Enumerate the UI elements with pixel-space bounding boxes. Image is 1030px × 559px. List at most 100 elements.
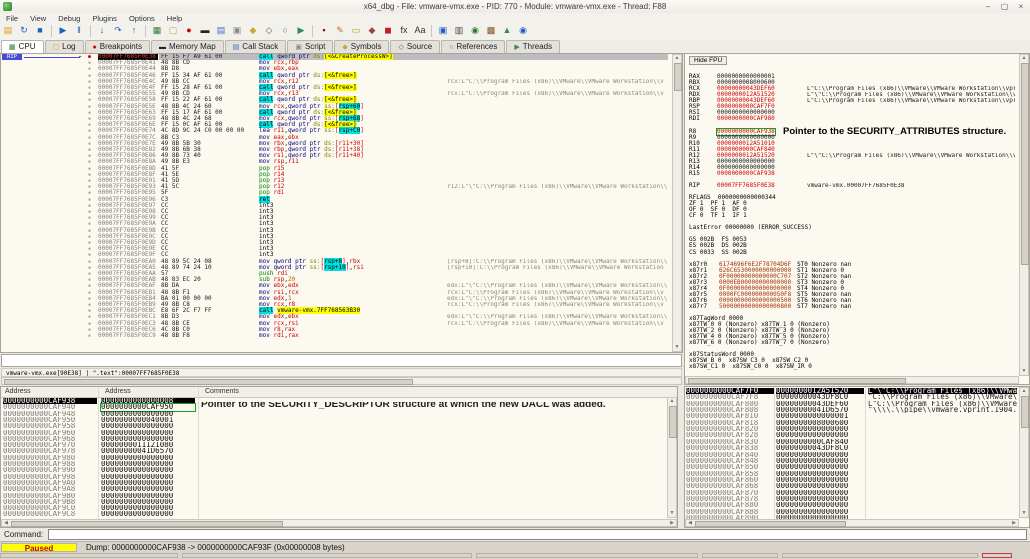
stack-row[interactable]: 0000000000CAF870 0000000000000000	[685, 490, 1029, 496]
bookmark-icon[interactable]: ◆	[365, 24, 379, 37]
stack-row[interactable]: 0000000000CAF820 0000000000000000	[685, 426, 1029, 432]
open-file-icon[interactable]: ▤	[1, 24, 15, 37]
pane-splitter[interactable]	[678, 386, 684, 528]
run-icon[interactable]: ▶	[56, 24, 70, 37]
stack-address: 0000000000CAF870	[686, 489, 759, 496]
stack-row[interactable]: 0000000000CAF880 0000000000000000	[685, 502, 1029, 508]
dump-header-comments: Comments	[205, 388, 239, 395]
dump-pane: Address Address Comments 0000000000CAF93…	[0, 386, 678, 528]
stack-comment: "\\\\.\\pipe\\vmware.vprint.1904.5706.10…	[868, 407, 1017, 414]
stack-value: 00000000043DF8C0	[776, 394, 849, 401]
stack-value: 0000000000000000	[776, 502, 849, 509]
label-icon[interactable]: ▭	[349, 24, 363, 37]
command-bar: Command:	[0, 529, 1030, 541]
dump-row[interactable]: 0000000000CAF9C8 0000000000000000	[1, 511, 677, 517]
title-bar: x64_dbg - File: vmware-vmx.exe - PID: 77…	[0, 0, 1030, 14]
stack-row[interactable]: 0000000000CAF868 0000000000000000	[685, 483, 1029, 489]
stack-row[interactable]: 0000000000CAF830 0000000000CAF840	[685, 439, 1029, 445]
log-icon[interactable]: ▢	[166, 24, 180, 37]
disassembly-pane: RIP ► ● 00007FF7685F0E38 FF 15 F7 A9 61 00 ca…	[0, 53, 683, 353]
stack-row[interactable]: 0000000000CAF860 0000000000000000	[685, 477, 1029, 483]
register-row[interactable]: x87SW_C1 0 x87SW_C0 0 x87SW_IR 0	[685, 364, 1017, 370]
menu-bar: File View Debug Plugins Options Help	[0, 13, 1030, 23]
tab-log[interactable]: ▢ Log	[44, 40, 84, 53]
stack-row[interactable]: 0000000000CAF850 0000000000000000	[685, 464, 1029, 470]
minimize-button[interactable]: –	[981, 2, 995, 12]
stack-vertical-scrollbar[interactable]: ▲ ▼	[1019, 387, 1029, 518]
fx-icon[interactable]: fx	[397, 24, 411, 37]
plugins-icon[interactable]: ▩	[484, 24, 498, 37]
stack-row[interactable]: 0000000000CAF888 0000000000000000	[685, 509, 1029, 515]
stack-row[interactable]: 0000000000CAF800 00000000043DEF60 L"C:\\Pr…	[685, 401, 1029, 407]
source-icon[interactable]: ◇	[262, 24, 276, 37]
call-stack-icon[interactable]: ▤	[214, 24, 228, 37]
pause-icon[interactable]: ‖	[72, 24, 86, 37]
tab-threads[interactable]: ▶ Threads	[506, 40, 561, 53]
script-icon[interactable]: ▣	[230, 24, 244, 37]
stack-horizontal-scrollbar[interactable]: ◀ ▶	[685, 519, 1019, 527]
stack-row[interactable]: 0000000000CAF7F0 0000000012A51520 L"\"C:\\…	[685, 388, 1029, 395]
stack-value: 00000000041D6570	[776, 407, 849, 414]
dump-address: 0000000000CAF9C8	[3, 511, 76, 518]
close-debuggee-icon[interactable]: ■	[33, 24, 47, 37]
restart-icon[interactable]: ↻	[17, 24, 31, 37]
erase-icon[interactable]: ◼	[381, 24, 395, 37]
stack-comment: L"\"C:\\Program Files (x86)\\VMware\\VMw…	[868, 388, 1017, 395]
memory-map-icon[interactable]: ▬	[198, 24, 212, 37]
restore-button[interactable]: ▢	[997, 2, 1011, 12]
threads-icon[interactable]: ▶	[294, 24, 308, 37]
disasm-vertical-scrollbar[interactable]: ▲ ▼	[672, 54, 682, 352]
stack-row[interactable]: 0000000000CAF838 00000000043DF8C0	[685, 445, 1029, 451]
stack-row[interactable]: 0000000000CAF878 0000000000000000	[685, 496, 1029, 502]
references-icon[interactable]: ○	[278, 24, 292, 37]
registers-vertical-scrollbar[interactable]: ▲ ▼	[1019, 54, 1029, 376]
close-button[interactable]: ×	[1014, 2, 1028, 12]
monitor-icon[interactable]: ▥	[452, 24, 466, 37]
stack-row[interactable]: 0000000000CAF808 00000000041D6570 "\\\\.\\…	[685, 407, 1029, 413]
tab-cpu[interactable]: ▦ CPU	[1, 40, 44, 53]
disasm-horizontal-scrollbar[interactable]	[1, 377, 682, 385]
disasm-row[interactable]: ▪ 00007FF7685F0EC9 48 8B F8 mov rdi,rax	[1, 332, 682, 339]
step-over-icon[interactable]: ↷	[111, 24, 125, 37]
favourites-icon[interactable]: ▲	[500, 24, 514, 37]
tab-source[interactable]: ◇ Source	[390, 40, 441, 53]
hide-fpu-button[interactable]: Hide FPU	[689, 56, 728, 65]
tab-symbols[interactable]: ◆ Symbols	[334, 40, 390, 53]
run-to-return-icon[interactable]: ↑	[127, 24, 141, 37]
stack-row[interactable]: 0000000000CAF858 0000000000000000	[685, 471, 1029, 477]
tab-memory-map[interactable]: ▬ Memory Map	[150, 40, 224, 53]
breakpoint-dot-icon: ▪	[88, 333, 92, 339]
address-cell: 00007FF7685F0EC9	[98, 332, 156, 339]
dump-horizontal-scrollbar[interactable]: ◀ ▶	[1, 519, 677, 527]
tab-label: Log	[62, 42, 76, 51]
stack-value: 0000000000000000	[776, 476, 849, 484]
registers-horizontal-scrollbar[interactable]	[685, 376, 1019, 384]
stack-row[interactable]: 0000000000CAF7F8 00000000043DF8C0 "C:\\Pro…	[685, 394, 1029, 400]
symbols-icon[interactable]: ◆	[246, 24, 260, 37]
tab-breakpoints[interactable]: ● Breakpoints	[84, 40, 150, 53]
patches-icon[interactable]: ▪	[317, 24, 331, 37]
command-input[interactable]	[48, 529, 1027, 540]
font-icon[interactable]: Aa	[413, 24, 427, 37]
tab-script[interactable]: ▣ Script	[287, 40, 334, 53]
tab-call-stack[interactable]: ▤ Call Stack	[224, 40, 287, 53]
lightbulb-icon[interactable]: ◉	[468, 24, 482, 37]
tab-label: Call Stack	[242, 42, 279, 51]
breakpoint-icon[interactable]: ●	[182, 24, 196, 37]
stack-row[interactable]: 0000000000CAF848 0000000000000000	[685, 458, 1029, 464]
stack-row[interactable]: 0000000000CAF810 0000000000000001	[685, 413, 1029, 419]
toolbar-separator	[145, 25, 146, 37]
dump-vertical-scrollbar[interactable]: ▲ ▼	[667, 397, 677, 518]
tab-references[interactable]: ○ References	[441, 40, 506, 53]
stack-row[interactable]: 0000000000CAF840 0000000000000000	[685, 452, 1029, 458]
status-strip	[0, 552, 1030, 559]
settings-icon[interactable]: ▣	[436, 24, 450, 37]
about-icon[interactable]: ◉	[516, 24, 530, 37]
step-into-icon[interactable]: ↓	[95, 24, 109, 37]
cpu-icon[interactable]: ▦	[150, 24, 164, 37]
tab-label: CPU	[18, 42, 36, 51]
dump-value: 0000000000000000	[101, 511, 174, 518]
comment-icon[interactable]: ✎	[333, 24, 347, 37]
stack-row[interactable]: 0000000000CAF828 0000000000000000	[685, 432, 1029, 438]
stack-row[interactable]: 0000000000CAF818 0000000008000600	[685, 420, 1029, 426]
